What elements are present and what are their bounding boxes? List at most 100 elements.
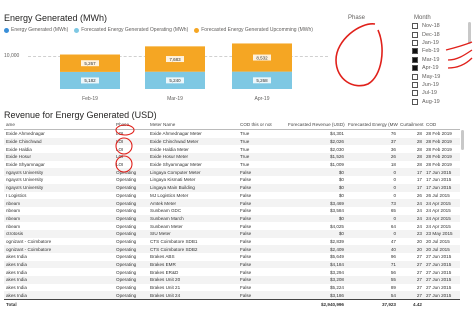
table-cell: akes India — [4, 291, 114, 300]
table-cell: 24 Apr 2015 — [424, 199, 460, 207]
month-option[interactable]: Aug-19 — [412, 98, 464, 106]
table-cell: $3,294 — [329, 269, 344, 275]
table-row[interactable]: ngaya's University Operating Lingaya Compu… — [4, 168, 460, 177]
table-cell: ngaya's University — [6, 177, 44, 183]
table-row[interactable]: nbeam Operating Sunbeam GDC False $3,584 65 24… — [4, 207, 460, 215]
table-cell: $4,025 — [329, 223, 344, 229]
checkbox[interactable] — [412, 23, 418, 30]
table-cell: $0 — [338, 177, 344, 183]
table-cell: True — [238, 153, 286, 161]
month-option[interactable]: Nov-18 — [412, 22, 464, 30]
table-cell: 47 — [390, 238, 396, 244]
column-header[interactable]: ame — [4, 120, 114, 130]
table-cell: Operating — [116, 285, 137, 291]
table-row[interactable]: I Logistics Operating MJ Logistics Meter Fa… — [4, 192, 460, 200]
table-cell: akes India — [6, 269, 27, 275]
table-row[interactable]: ngaya's University Operating Lingaya Main … — [4, 183, 460, 192]
table-cell: False — [240, 192, 252, 198]
column-header[interactable]: Curtailment — [398, 120, 424, 130]
table-cell: False — [238, 183, 286, 192]
x-axis-tick: Feb-19 — [82, 96, 98, 102]
table-row[interactable]: nbeam Operating Sunbeam Meter False $4,025 64… — [4, 222, 460, 230]
table-row[interactable]: akes India Operating Brakes Unit 20 False $3… — [4, 276, 460, 284]
table-cell: Brakes ABS — [150, 254, 175, 260]
total-cell: 4.42 — [398, 299, 424, 309]
table-cell: False — [240, 269, 252, 275]
table-cell: False — [240, 254, 252, 260]
table-cell: 20 Jul 2015 — [426, 238, 450, 244]
table-row[interactable]: ognizant - Coimbatore Operating CTS Coimba… — [4, 245, 460, 253]
column-header[interactable]: COD — [424, 120, 460, 130]
table-cell: 0 — [393, 177, 396, 183]
table-cell: Sunbeam GDC — [150, 208, 182, 214]
total-cell — [424, 299, 460, 309]
month-option[interactable]: Jul-19 — [412, 89, 464, 97]
table-cell: $3,208 — [286, 276, 346, 284]
table-row[interactable]: Exide Chinchwad LOI Exide Chinchwad Meter T… — [4, 137, 460, 146]
revenue-table: ame Phase Meter Name COD this or not Forecas… — [4, 120, 460, 309]
table-cell: Sunbeam Meter — [150, 223, 183, 229]
column-header[interactable]: Forecasted Energy (MWh) — [346, 120, 398, 130]
table-cell: 27 Jun 2015 — [426, 269, 452, 275]
column-header[interactable]: Meter Name — [148, 120, 238, 130]
table-row[interactable]: nbeam Operating Amtek Meter False $3,469 73 24… — [4, 199, 460, 207]
table-cell: 26 Jul 2015 — [426, 192, 450, 198]
table-cell: nbeam — [4, 199, 114, 207]
table-cell: $0 — [286, 229, 346, 238]
table-row[interactable]: Exide Haldia LOI Exide Haldia Meter True $2,… — [4, 145, 460, 153]
table-cell: True — [240, 162, 250, 168]
total-cell — [114, 299, 148, 309]
table-cell: 89 — [390, 285, 396, 291]
table-cell: 27 Jun 2015 — [426, 285, 452, 291]
checkbox[interactable] — [412, 31, 418, 38]
table-cell: $0 — [286, 183, 346, 192]
table-cell: nbeam — [6, 208, 21, 214]
table-row[interactable]: ctrotosis Operating SIU Meter False $0 0 23 23 … — [4, 229, 460, 238]
table-cell: $0 — [338, 192, 344, 198]
table-row[interactable]: Exide Shyamnagar LOI Exide Shyamnagar Mete… — [4, 161, 460, 169]
table-cell: Exide Haldia Meter — [150, 146, 189, 152]
table-cell: 28 — [398, 153, 424, 161]
table-cell: 0 — [346, 214, 398, 223]
table-cell: False — [240, 208, 252, 214]
table-cell: 0 — [393, 192, 396, 198]
table-row[interactable]: Exide Hosur LOI Exide Hosur Meter True $1,52… — [4, 153, 460, 161]
table-scrollbar[interactable] — [461, 130, 464, 150]
table-cell: Operating — [116, 254, 137, 260]
table-row[interactable]: ognizant - Coimbatore Operating CTS Coimba… — [4, 238, 460, 246]
month-option[interactable]: Dec-18 — [412, 30, 464, 38]
table-cell: Exide Chinchwad Meter — [148, 137, 238, 146]
table-cell: 40 — [346, 245, 398, 253]
table-row[interactable]: Exide Ahmednagar LOI Exide Ahmednagar Mete… — [4, 130, 460, 138]
table-cell: False — [238, 291, 286, 300]
table-cell: 24 — [398, 199, 424, 207]
table-row[interactable]: akes India Operating Brakes Unit 21 False $5… — [4, 284, 460, 292]
table-cell: 28 — [416, 131, 422, 137]
checkbox[interactable] — [412, 98, 418, 105]
table-row[interactable]: akes India Operating Brakes EMR False $4,184… — [4, 260, 460, 269]
table-cell: 27 — [398, 291, 424, 300]
table-cell: Operating — [114, 183, 148, 192]
table-cell: 65 — [390, 208, 396, 214]
table-cell: False — [238, 199, 286, 207]
table-row[interactable]: akes India Operating Brakes Unit 24 False $3… — [4, 291, 460, 300]
table-cell: False — [238, 276, 286, 284]
column-header[interactable]: COD this or not — [238, 120, 286, 130]
table-row[interactable]: ngaya's University Operating Lingaya Kisma… — [4, 176, 460, 184]
table-cell: False — [238, 260, 286, 269]
data-label: 5,268 — [256, 78, 268, 83]
table-cell: Operating — [114, 245, 148, 253]
table-cell: 24 Apr 2015 — [424, 214, 460, 223]
table-row[interactable]: nbeam Operating Sunbeam March False $0 0 24 24 … — [4, 214, 460, 223]
table-row[interactable]: akes India Operating Brakes ABS False $5,649… — [4, 253, 460, 261]
table-cell: Operating — [114, 260, 148, 269]
column-header[interactable]: Forecasted Revenue (USD) — [286, 120, 346, 130]
table-cell: Exide Shyamnagar Meter — [150, 162, 202, 168]
table-cell: Exide Chinchwad — [4, 137, 114, 146]
total-cell — [148, 299, 238, 309]
checkbox[interactable] — [412, 90, 418, 97]
table-cell: Exide Haldia — [6, 146, 32, 152]
table-cell: $4,301 — [329, 131, 344, 137]
table-cell: False — [238, 245, 286, 253]
table-row[interactable]: akes India Operating Brakes ER&D False $3,29… — [4, 268, 460, 276]
